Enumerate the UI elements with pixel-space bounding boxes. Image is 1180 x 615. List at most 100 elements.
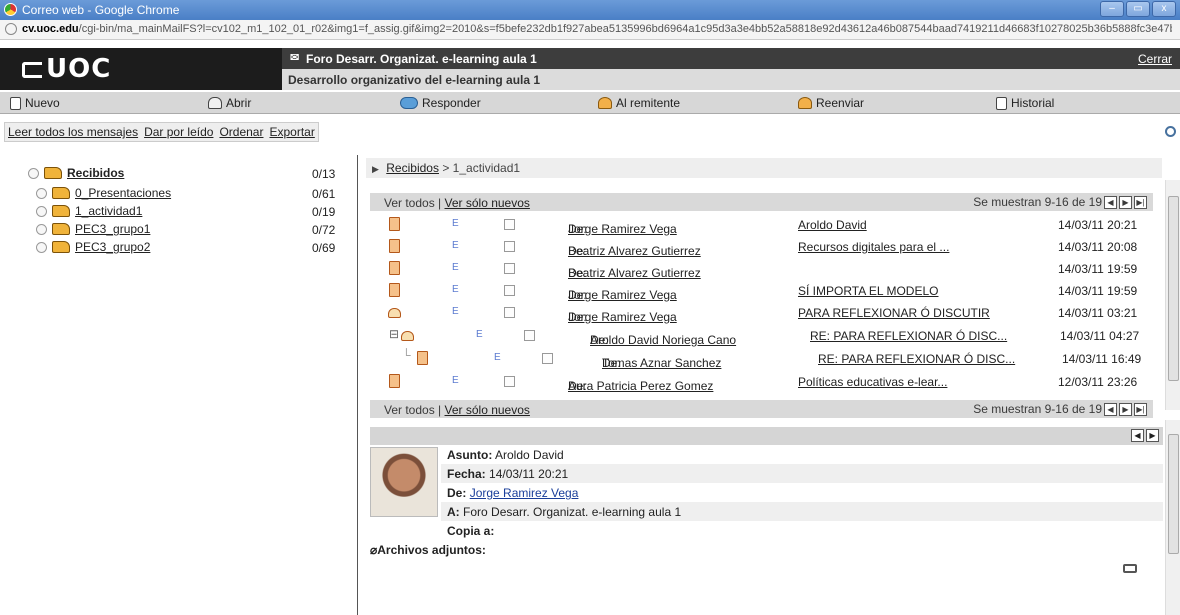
message-icon — [389, 374, 400, 388]
message-checkbox[interactable] — [504, 307, 515, 318]
sort-link[interactable]: Ordenar — [219, 125, 263, 139]
history-button[interactable]: Historial — [996, 96, 1054, 110]
open-button[interactable]: Abrir — [208, 96, 251, 110]
list-scrollbar[interactable] — [1165, 180, 1180, 410]
site-info-icon[interactable] — [5, 23, 17, 35]
view-new-link[interactable]: Ver sólo nuevos — [445, 403, 530, 417]
sender-avatar — [370, 447, 438, 517]
reply-icon — [400, 97, 418, 109]
folder-0-presentaciones[interactable]: 0_Presentaciones — [36, 186, 171, 200]
folder-radio[interactable] — [36, 223, 47, 235]
folder-count: 0/19 — [312, 205, 336, 219]
view-all-link[interactable]: Ver todos — [384, 403, 435, 417]
scrollbar-thumb[interactable] — [1168, 196, 1179, 381]
message-row[interactable]: E De: Beatriz Alvarez Gutierrez Recursos… — [370, 236, 1153, 258]
message-checkbox[interactable] — [504, 219, 515, 230]
print-icon[interactable] — [1123, 564, 1137, 573]
message-row[interactable]: E De: Jorge Ramirez Vega SÍ IMPORTA EL M… — [370, 280, 1153, 302]
message-subject[interactable]: RE: PARA REFLEXIONAR Ó DISC... — [810, 329, 1007, 343]
preview-scrollbar[interactable] — [1165, 420, 1180, 615]
mark-read-link[interactable]: Dar por leído — [144, 125, 213, 139]
message-from[interactable]: Aroldo David Noriega Cano — [590, 333, 736, 347]
close-link[interactable]: Cerrar — [1138, 52, 1172, 66]
message-subject[interactable]: Políticas educativas e-lear... — [798, 375, 947, 389]
pane-divider[interactable] — [357, 155, 358, 615]
folder-radio[interactable] — [36, 241, 47, 253]
forward-icon — [798, 97, 812, 109]
last-page-icon[interactable]: ▶| — [1134, 195, 1147, 209]
message-row[interactable]: E De: Jorge Ramirez Vega PARA REFLEXIONA… — [370, 302, 1153, 324]
minimize-button[interactable]: – — [1100, 1, 1124, 17]
reply-button[interactable]: Responder — [400, 96, 481, 110]
message-subject[interactable]: Recursos digitales para el ... — [798, 240, 949, 254]
message-from[interactable]: Beatriz Alvarez Gutierrez — [568, 244, 701, 258]
attachments-label: ⌀Archivos adjuntos: — [370, 543, 486, 557]
message-flag: E — [452, 375, 459, 386]
message-subject[interactable]: Aroldo David — [798, 218, 867, 232]
message-from[interactable]: Aura Patricia Perez Gomez — [568, 379, 713, 393]
message-checkbox[interactable] — [504, 285, 515, 296]
person-icon — [598, 97, 612, 109]
folder-radio[interactable] — [36, 187, 47, 199]
last-page-icon[interactable]: ▶| — [1134, 402, 1147, 416]
message-from[interactable]: Jorge Ramirez Vega — [568, 222, 677, 236]
next-page-icon[interactable]: ▶ — [1119, 402, 1132, 416]
message-date: 14/03/11 19:59 — [1058, 284, 1138, 298]
message-subject[interactable]: RE: PARA REFLEXIONAR Ó DISC... — [818, 352, 1015, 366]
preview-date: Fecha: 14/03/11 20:21 — [441, 464, 1163, 483]
message-checkbox[interactable] — [504, 241, 515, 252]
forum-title: Foro Desarr. Organizat. e-learning aula … — [306, 52, 537, 66]
folder-pec3-grupo2[interactable]: PEC3_grupo2 — [36, 240, 150, 254]
close-window-button[interactable]: x — [1152, 1, 1176, 17]
message-row-reply[interactable]: ⊟ E De: Aroldo David Noriega Cano RE: PA… — [370, 325, 1153, 347]
view-all-link[interactable]: Ver todos — [384, 196, 435, 210]
forward-button[interactable]: Reenviar — [798, 96, 864, 110]
preview-from-link[interactable]: Jorge Ramirez Vega — [470, 486, 579, 500]
folder-1-actividad1[interactable]: 1_actividad1 — [36, 204, 142, 218]
folder-count: 0/69 — [312, 241, 336, 255]
message-checkbox[interactable] — [504, 263, 515, 274]
address-bar[interactable]: cv.uoc.edu/cgi-bin/ma_mainMailFS?l=cv102… — [0, 20, 1180, 40]
folder-radio[interactable] — [28, 167, 39, 179]
prev-page-icon[interactable]: ◀ — [1104, 195, 1117, 209]
message-from[interactable]: Jorge Ramirez Vega — [568, 288, 677, 302]
view-new-link[interactable]: Ver sólo nuevos — [445, 196, 530, 210]
message-date: 14/03/11 04:27 — [1060, 329, 1140, 343]
reply-sender-button[interactable]: Al remitente — [598, 96, 680, 110]
message-flag: E — [494, 352, 501, 363]
next-page-icon[interactable]: ▶ — [1119, 195, 1132, 209]
message-from[interactable]: Beatriz Alvarez Gutierrez — [568, 266, 701, 280]
folder-radio[interactable] — [36, 205, 47, 217]
message-from[interactable]: Tomas Aznar Sanchez — [602, 356, 721, 370]
next-message-icon[interactable]: ▶ — [1146, 429, 1159, 442]
message-subject[interactable]: SÍ IMPORTA EL MODELO — [798, 284, 938, 298]
folder-recibidos[interactable]: Recibidos — [28, 166, 124, 180]
logo-mark-icon — [22, 62, 42, 78]
folder-icon — [52, 187, 70, 199]
message-checkbox[interactable] — [542, 353, 553, 364]
folder-pec3-grupo1[interactable]: PEC3_grupo1 — [36, 222, 150, 236]
maximize-button[interactable]: ▭ — [1126, 1, 1150, 17]
message-row[interactable]: E De: Jorge Ramirez Vega Aroldo David 14… — [370, 214, 1153, 236]
message-flag: E — [452, 262, 459, 273]
message-subject[interactable]: PARA REFLEXIONAR Ó DISCUTIR — [798, 306, 990, 320]
scrollbar-thumb[interactable] — [1168, 434, 1179, 554]
prev-message-icon[interactable]: ◀ — [1131, 429, 1144, 442]
message-row[interactable]: E De: Beatriz Alvarez Gutierrez 14/03/11… — [370, 258, 1153, 280]
history-icon — [996, 96, 1007, 110]
message-from[interactable]: Jorge Ramirez Vega — [568, 310, 677, 324]
message-date: 14/03/11 03:21 — [1058, 306, 1138, 320]
message-row-reply[interactable]: └ E De: Tomas Aznar Sanchez RE: PARA REF… — [370, 348, 1153, 370]
message-checkbox[interactable] — [504, 376, 515, 387]
list-header-bar: Ver todos | Ver sólo nuevos Se muestran … — [370, 193, 1153, 211]
new-button[interactable]: Nuevo — [10, 96, 60, 110]
breadcrumb-root[interactable]: Recibidos — [386, 161, 439, 175]
prev-page-icon[interactable]: ◀ — [1104, 402, 1117, 416]
message-flag: E — [476, 329, 483, 340]
message-checkbox[interactable] — [524, 330, 535, 341]
search-icon[interactable] — [1165, 126, 1176, 137]
read-all-link[interactable]: Leer todos los mensajes — [8, 125, 138, 139]
message-date: 12/03/11 23:26 — [1058, 375, 1138, 389]
export-link[interactable]: Exportar — [269, 125, 314, 139]
message-row[interactable]: E De: Aura Patricia Perez Gomez Política… — [370, 371, 1153, 393]
